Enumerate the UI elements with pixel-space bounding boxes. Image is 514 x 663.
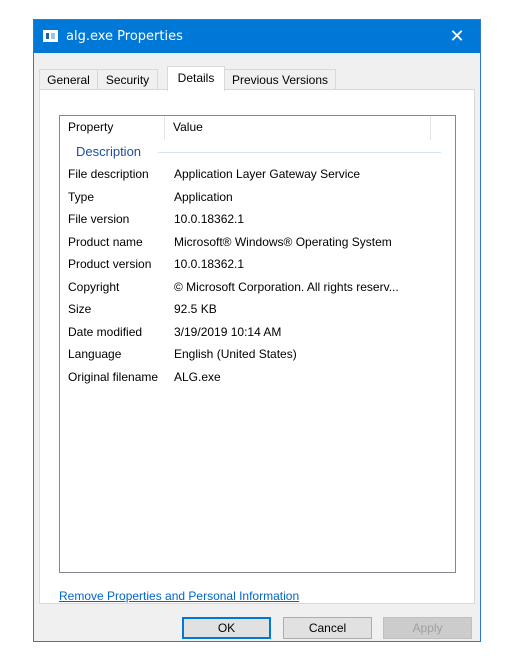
property-value: © Microsoft Corporation. All rights rese… [174, 279, 399, 294]
list-item[interactable]: Product name Microsoft® Windows® Operatin… [60, 231, 455, 253]
property-name: File description [68, 167, 149, 181]
property-name: Language [68, 347, 122, 361]
remove-properties-link[interactable]: Remove Properties and Personal Informati… [59, 589, 299, 603]
property-value: 10.0.18362.1 [174, 257, 245, 271]
property-name: Product version [68, 257, 152, 271]
group-label: Description [76, 144, 142, 159]
property-value: Application Layer Gateway Service [174, 167, 361, 181]
column-header-property[interactable]: Property [60, 116, 165, 140]
group-header-description[interactable]: Description [60, 143, 455, 161]
property-name: File version [68, 212, 130, 226]
list-item[interactable]: File description Application Layer Gatewa… [60, 163, 455, 185]
property-name: Original filename [68, 369, 159, 384]
property-value: Application [174, 189, 233, 204]
property-name: Date modified [68, 324, 143, 339]
list-item[interactable]: Type Application [60, 186, 455, 208]
tab-security[interactable]: Security [97, 69, 158, 89]
group-divider [158, 152, 441, 153]
details-panel: Property Value Description File descript… [39, 89, 475, 604]
property-name: Size [68, 302, 92, 316]
property-value: English (United States) [174, 347, 297, 361]
tab-previous-versions[interactable]: Previous Versions [224, 69, 336, 89]
tab-details[interactable]: Details [167, 66, 225, 91]
window-title: alg.exe Properties [66, 29, 183, 44]
list-item[interactable]: File version 10.0.18362.1 [60, 208, 455, 230]
property-value: 10.0.18362.1 [174, 212, 245, 226]
property-value: ALG.exe [174, 369, 221, 384]
close-button[interactable]: ✕ [434, 20, 480, 53]
property-name: Type [68, 189, 95, 204]
window-icon [43, 30, 58, 42]
list-item[interactable]: Date modified 3/19/2019 10:14 AM [60, 321, 455, 343]
list-item[interactable]: Product version 10.0.18362.1 [60, 253, 455, 275]
properties-dialog: alg.exe Properties ✕ General Security De… [33, 19, 481, 642]
list-item[interactable]: Copyright © Microsoft Corporation. All ri… [60, 276, 455, 298]
property-value: Microsoft® Windows® Operating System [174, 234, 392, 249]
apply-button[interactable]: Apply [383, 617, 472, 639]
list-item[interactable]: Language English (United States) [60, 343, 455, 365]
close-icon: ✕ [449, 26, 465, 46]
list-header: Property Value [60, 116, 455, 140]
details-list[interactable]: Property Value Description File descript… [59, 115, 456, 573]
property-name: Product name [68, 234, 143, 249]
property-value: 3/19/2019 10:14 AM [174, 324, 282, 339]
property-name: Copyright [68, 279, 120, 294]
tab-general[interactable]: General [39, 69, 98, 89]
property-value: 92.5 KB [174, 302, 217, 316]
cancel-button[interactable]: Cancel [283, 617, 372, 639]
column-header-value[interactable]: Value [165, 116, 431, 140]
list-item[interactable]: Size 92.5 KB [60, 298, 455, 320]
ok-button[interactable]: OK [182, 617, 271, 639]
list-item[interactable]: Original filename ALG.exe [60, 366, 455, 388]
title-bar[interactable]: alg.exe Properties ✕ [34, 20, 480, 53]
